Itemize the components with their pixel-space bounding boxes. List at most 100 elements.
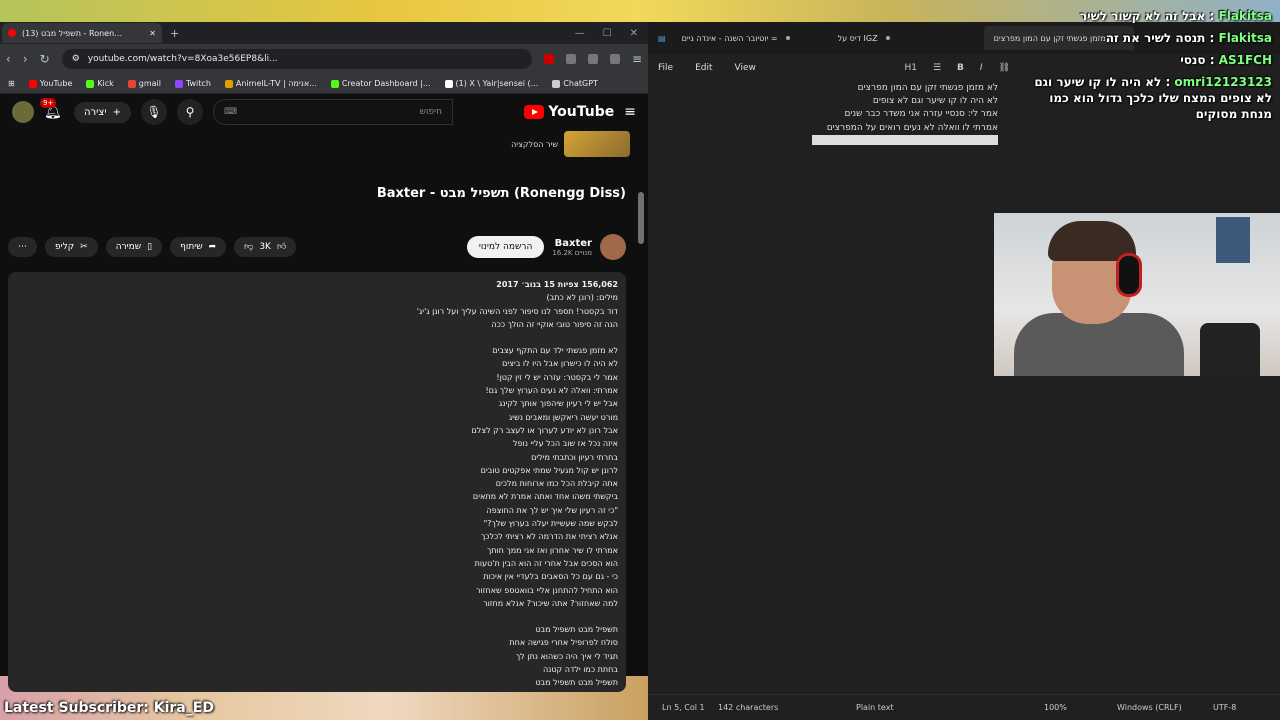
- search-button[interactable]: ⚲: [176, 99, 203, 125]
- like-icon[interactable]: 👍︎: [277, 242, 286, 252]
- youtube-favicon-icon: [8, 29, 16, 37]
- extension-icon[interactable]: [543, 54, 554, 64]
- italic-icon[interactable]: I: [980, 63, 983, 73]
- share-icon: ➦: [208, 242, 217, 252]
- extension-icon[interactable]: [565, 54, 576, 64]
- browser-tab-title: (13) תשפיל מבט - Ronen…: [22, 28, 123, 38]
- bookmark-favicon-icon: [127, 79, 136, 88]
- description-line: מילים: (רונן לא כתב): [546, 293, 618, 303]
- menu-view[interactable]: View: [735, 63, 756, 73]
- bold-icon[interactable]: B: [957, 63, 964, 73]
- bookmark-label: Twitch: [185, 79, 211, 88]
- bookmark-item[interactable]: Twitch: [174, 79, 211, 88]
- bookmark-item[interactable]: ChatGPT: [552, 79, 598, 88]
- description-line: אנלא רציתי את הדרמה לא רציתי לכלכך: [480, 532, 618, 542]
- notepad-tab-title: יוטיובר השנה - אינדה גיים =: [681, 33, 778, 43]
- chat-username: Flakitsa: [1218, 9, 1272, 23]
- new-tab-button[interactable]: +: [170, 27, 179, 40]
- hamburger-menu-icon[interactable]: ≡: [624, 104, 636, 120]
- menu-file[interactable]: File: [658, 63, 673, 73]
- like-count[interactable]: 3K: [259, 242, 271, 252]
- heading-dropdown[interactable]: H1: [904, 63, 917, 73]
- bookmark-favicon-icon: [28, 79, 37, 88]
- playlist-item-title[interactable]: שיר הסלקציה: [511, 140, 558, 149]
- subscribe-button[interactable]: הרשמה למינוי: [466, 236, 545, 258]
- extension-icon[interactable]: [587, 54, 598, 64]
- menu-edit[interactable]: Edit: [695, 63, 712, 73]
- chat-message: Flakitsa : תנסה לשיר את זה: [1105, 31, 1272, 45]
- save-button[interactable]: שמירה ▯: [105, 237, 163, 257]
- reload-icon[interactable]: ↻: [40, 52, 50, 66]
- description-line: תשפיל מבט תשפיל מבט: [535, 678, 618, 688]
- back-icon[interactable]: ‹: [6, 52, 11, 66]
- bookmark-icon: ▯: [147, 242, 153, 252]
- address-bar-row: ‹ › ↻ ⚙ youtube.com/watch?v=8Xoa3e56EP8&…: [0, 44, 648, 74]
- latest-subscriber-overlay: Latest Subscriber: Kira_ED: [4, 700, 214, 716]
- character-count: 142 characters: [718, 703, 779, 712]
- description-line: אמר לי בקסטר: עזרה יש לי זין קטן!: [496, 372, 618, 382]
- browser-menu-icon[interactable]: ≡: [632, 52, 642, 66]
- chat-text: אבל זה לא קשור לשיר: [1079, 9, 1206, 23]
- clip-button[interactable]: קליפ ✂: [45, 237, 98, 257]
- avatar[interactable]: [12, 101, 34, 123]
- microphone-icon: 🎙︎: [146, 105, 162, 119]
- chat-username: AS1FCH: [1218, 53, 1272, 67]
- voice-search-button[interactable]: 🎙︎: [140, 99, 167, 125]
- list-icon[interactable]: ☰: [933, 63, 941, 73]
- plus-icon: +: [112, 106, 121, 118]
- description-line: תגיד לי איך היה כשהוא נתן לך: [515, 651, 618, 661]
- video-description[interactable]: 156,062 צפיות 15 בנוב׳ 2017 מילים: (רונן…: [8, 272, 626, 692]
- share-button[interactable]: שיתוף ➦: [170, 237, 227, 257]
- close-window-icon[interactable]: ✕: [630, 28, 638, 39]
- headset-icon: [1116, 253, 1142, 297]
- description-line: דוד בקסטר! תספר לנו סיפור לפני השינה עלי…: [416, 306, 618, 316]
- description-line: בחתת כמו ילדה קטנה: [542, 665, 618, 675]
- youtube-logo[interactable]: YouTube: [524, 104, 614, 120]
- browser-tab-youtube[interactable]: (13) תשפיל מבט - Ronen… ✕: [2, 23, 162, 43]
- description-line: אתה קיבלת הכל כמו ארוחות מלכים: [495, 479, 618, 489]
- description-line: אמרתי לו שיר אחרון ואז אני ממך חותך: [486, 545, 618, 555]
- notepad-tab[interactable]: יוטיובר השנה - אינדה גיים =: [672, 26, 822, 50]
- bookmark-item[interactable]: gmail: [127, 79, 161, 88]
- keyboard-icon[interactable]: ⌨: [224, 107, 237, 117]
- close-tab-icon[interactable]: ✕: [149, 29, 156, 38]
- search-input[interactable]: ⌨ חיפוש: [212, 99, 453, 125]
- site-info-icon[interactable]: ⚙: [72, 54, 80, 64]
- bookmark-label: Kick: [97, 79, 114, 88]
- notepad-text-area[interactable]: לא מזמן פגשתי זקן עם המון מפרצים לא היה …: [658, 82, 998, 145]
- maximize-icon[interactable]: ☐: [603, 28, 612, 39]
- description-line: הוא התחיל להתחנן אליי בוואטספ שאחזור: [475, 585, 618, 595]
- more-actions-button[interactable]: ⋯: [8, 237, 37, 257]
- channel-info[interactable]: Baxter 16.2K מנויים: [552, 238, 592, 257]
- bookmark-favicon-icon: [330, 79, 339, 88]
- description-line: ביקשתי משהו אחד ואתה אמרת לא מתאים: [472, 492, 618, 502]
- dislike-icon[interactable]: 👎︎: [244, 242, 253, 252]
- notifications-bell-icon[interactable]: 🔔︎ 9+: [40, 98, 64, 120]
- description-line: לבקש שמה שעשיית יעלה בערוץ שלך?": [483, 519, 618, 529]
- create-button[interactable]: יצירה +: [74, 101, 131, 123]
- description-line: לרונן יש קול מגעיל שמתי אפקטים טובים: [480, 465, 618, 475]
- description-line: לא היה לו כישרון אבל היו לו ביצים: [502, 359, 618, 369]
- bookmark-item[interactable]: Kick: [86, 79, 114, 88]
- browser-window: (13) תשפיל מבט - Ronen… ✕ + — ☐ ✕ ‹ › ↻ …: [0, 22, 648, 692]
- clip-label: קליפ: [55, 242, 75, 252]
- apps-grid-icon[interactable]: ⊞: [8, 79, 15, 88]
- minimize-icon[interactable]: —: [575, 28, 585, 39]
- page-scrollbar[interactable]: [638, 192, 644, 244]
- webcam-feed: [994, 213, 1280, 376]
- bookmark-item[interactable]: (1) X \ Yair|sensei (...: [444, 79, 538, 88]
- forward-icon[interactable]: ›: [23, 52, 28, 66]
- bookmark-item[interactable]: Creator Dashboard |...: [330, 79, 431, 88]
- bookmark-item[interactable]: AnimelL-TV | אנימה...: [224, 79, 317, 88]
- link-icon[interactable]: ⛓: [999, 63, 1010, 73]
- description-line: "כי זה רעיון שלי איך יש לך את החוצפה: [486, 505, 618, 515]
- notepad-tab-title: דיס על IGZ: [837, 33, 878, 43]
- text-cursor: [812, 134, 998, 145]
- bookmark-item[interactable]: YouTube: [28, 79, 72, 88]
- text-line: אמרתי לו וואלה לא נעים רואים על המפרצים: [826, 122, 998, 133]
- url-input[interactable]: ⚙ youtube.com/watch?v=8Xoa3e56EP8&li...: [61, 49, 532, 69]
- channel-avatar[interactable]: [600, 234, 626, 260]
- notepad-tab[interactable]: דיס על IGZ: [828, 26, 978, 50]
- profile-icon[interactable]: [609, 54, 620, 64]
- playlist-thumbnail[interactable]: [564, 131, 630, 157]
